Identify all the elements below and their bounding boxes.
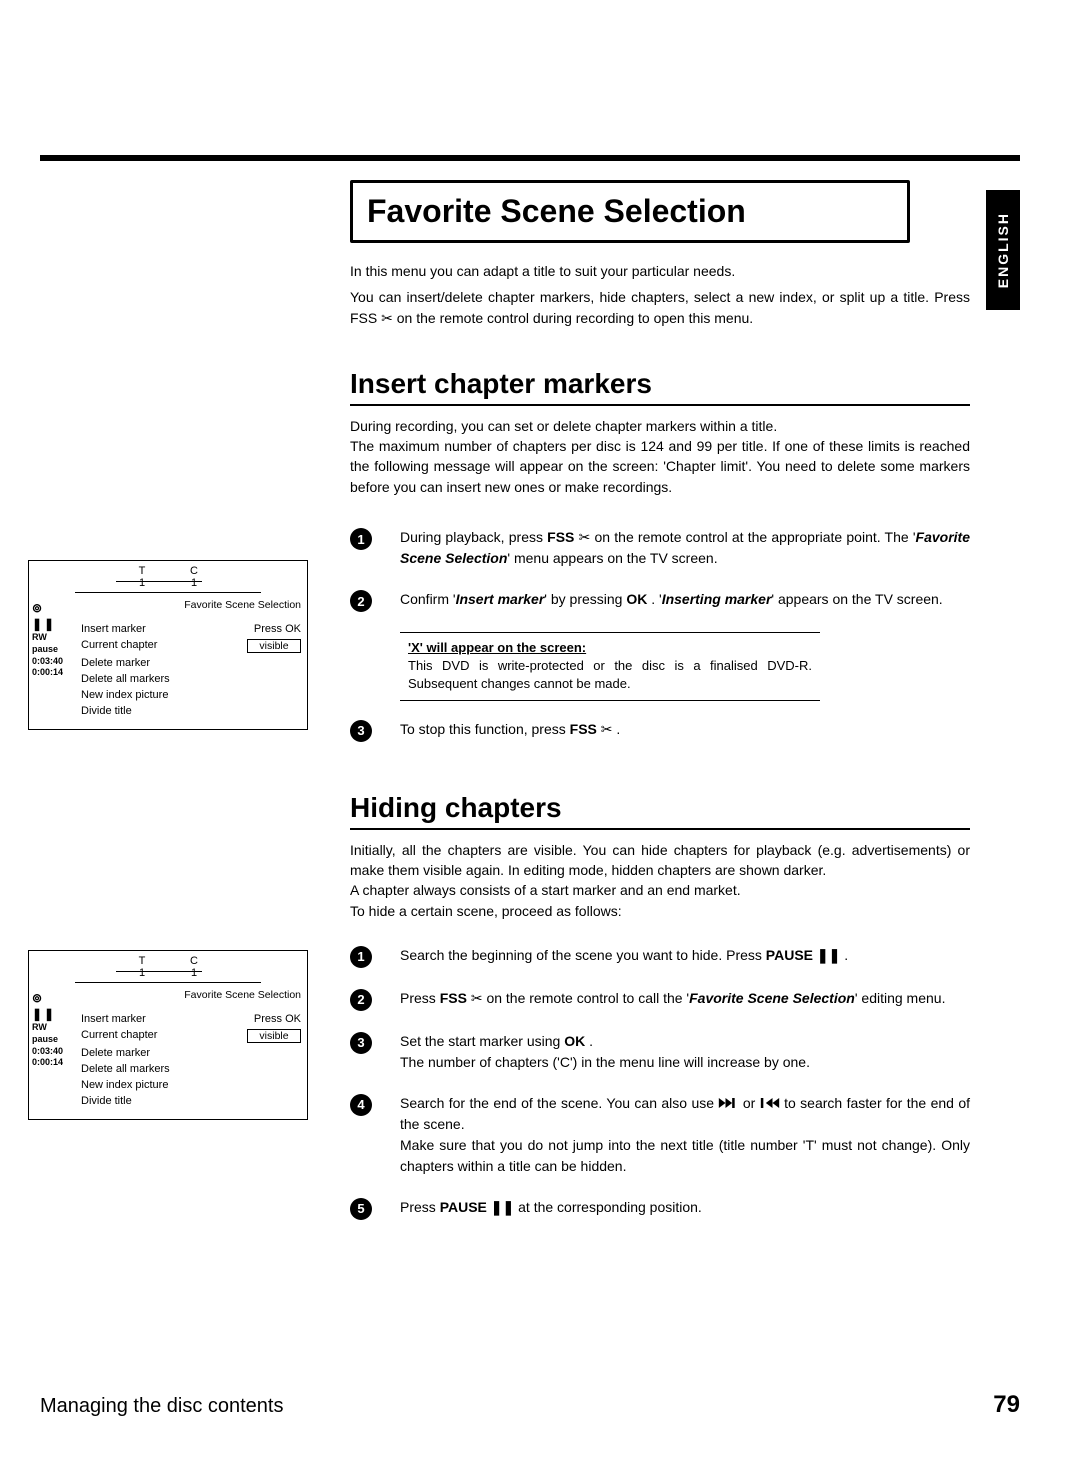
osd-item-label: Delete all markers — [81, 673, 170, 685]
osd-item-label: Delete marker — [81, 657, 150, 669]
tip-note-box: 'X' will appear on the screen: This DVD … — [400, 632, 820, 701]
note-body: This DVD is write-protected or the disc … — [408, 657, 812, 693]
osd-menu-item: Current chapter visible — [81, 637, 301, 655]
osd-menu-item: Delete marker — [81, 1045, 301, 1061]
prev-track-icon — [760, 1096, 780, 1110]
step-text: Press FSS ✂ on the remote control to cal… — [400, 988, 970, 1009]
osd-title: Favorite Scene Selection — [81, 989, 301, 1001]
step-badge: 2 — [350, 989, 372, 1011]
osd-item-label: Delete marker — [81, 1047, 150, 1059]
page-footer: Managing the disc contents 79 — [40, 1391, 1020, 1419]
osd-menu-item: Insert marker Press OK — [81, 1011, 301, 1027]
osd-menu: Favorite Scene Selection Insert marker Pr… — [75, 599, 307, 729]
osd-menu: Favorite Scene Selection Insert marker Pr… — [75, 989, 307, 1119]
pause-icon: ❚❚ — [491, 1199, 514, 1215]
osd-item-value: Press OK — [254, 1013, 301, 1025]
osd-item-value: visible — [247, 1029, 301, 1043]
hide-step-3: 3 Set the start marker using OK . The nu… — [350, 1031, 970, 1073]
insert-step-3: 3 To stop this function, press FSS ✂ . — [350, 719, 970, 742]
hide-step-5: 5 Press PAUSE ❚❚ at the corresponding po… — [350, 1197, 970, 1220]
step-text: Search the beginning of the scene you wa… — [400, 945, 970, 966]
insert-step-2: 2 Confirm 'Insert marker' by pressing OK… — [350, 589, 970, 612]
osd-figure-1: TC 11 ⊚ ❚❚ RW pause 0:03:40 0:00:14 Favo… — [28, 560, 308, 730]
disc-pause-icon: ⊚ ❚❚ — [32, 601, 72, 632]
footer-page-number: 79 — [993, 1391, 1020, 1419]
step-badge: 1 — [350, 528, 372, 550]
osd-item-label: Current chapter — [81, 1029, 157, 1043]
hide-step-2: 2 Press FSS ✂ on the remote control to c… — [350, 988, 970, 1011]
scissors-icon: ✂ — [471, 990, 483, 1006]
osd-title: Favorite Scene Selection — [81, 599, 301, 611]
hiding-intro: Initially, all the chapters are visible.… — [350, 840, 970, 921]
intro-block: In this menu you can adapt a title to su… — [350, 261, 970, 328]
osd-tc-header: TC — [29, 951, 307, 967]
osd-item-label: Insert marker — [81, 1013, 146, 1025]
heading-insert-chapter: Insert chapter markers — [350, 368, 970, 406]
osd-tc-header: TC — [29, 561, 307, 577]
osd-item-label: New index picture — [81, 1079, 168, 1091]
step-text: Set the start marker using OK . The numb… — [400, 1031, 970, 1073]
osd-item-value: Press OK — [254, 623, 301, 635]
heading-hiding-chapters: Hiding chapters — [350, 792, 970, 830]
osd-item-label: Current chapter — [81, 639, 157, 653]
scissors-icon: ✂ — [579, 529, 591, 545]
step-badge: 4 — [350, 1094, 372, 1116]
osd-item-label: New index picture — [81, 689, 168, 701]
osd-tc-values: 11 — [75, 967, 261, 983]
intro-line1: In this menu you can adapt a title to su… — [350, 261, 970, 281]
osd-menu-item: Delete all markers — [81, 671, 301, 687]
step-text: Search for the end of the scene. You can… — [400, 1093, 970, 1177]
hide-step-4: 4 Search for the end of the scene. You c… — [350, 1093, 970, 1177]
next-track-icon — [718, 1096, 738, 1110]
step-text: To stop this function, press FSS ✂ . — [400, 719, 970, 740]
osd-menu-item: Divide title — [81, 703, 301, 719]
osd-tc-values: 11 — [75, 577, 261, 593]
osd-item-value: visible — [247, 639, 301, 653]
osd-figure-2: TC 11 ⊚ ❚❚ RW pause 0:03:40 0:00:14 Favo… — [28, 950, 308, 1120]
step-badge: 2 — [350, 590, 372, 612]
osd-item-label: Divide title — [81, 1095, 132, 1107]
step-text: During playback, press FSS ✂ on the remo… — [400, 527, 970, 569]
osd-menu-item: Delete all markers — [81, 1061, 301, 1077]
osd-menu-item: Delete marker — [81, 655, 301, 671]
step-text: Press PAUSE ❚❚ at the corresponding posi… — [400, 1197, 970, 1218]
osd-menu-item: Divide title — [81, 1093, 301, 1109]
osd-menu-item: New index picture — [81, 687, 301, 703]
osd-item-label: Delete all markers — [81, 1063, 170, 1075]
osd-item-label: Insert marker — [81, 623, 146, 635]
disc-pause-icon: ⊚ ❚❚ — [32, 991, 72, 1022]
step-badge: 1 — [350, 946, 372, 968]
scissors-icon: ✂ — [381, 310, 393, 326]
hiding-steps: 1 Search the beginning of the scene you … — [350, 945, 970, 1220]
page: Favorite Scene Selection In this menu yo… — [40, 140, 1020, 1413]
osd-menu-item: New index picture — [81, 1077, 301, 1093]
hide-step-1: 1 Search the beginning of the scene you … — [350, 945, 970, 968]
page-title-box: Favorite Scene Selection — [350, 180, 910, 243]
pause-icon: ❚❚ — [817, 947, 840, 963]
step-badge: 3 — [350, 720, 372, 742]
scissors-icon: ✂ — [601, 721, 613, 737]
content-column: Favorite Scene Selection In this menu yo… — [350, 180, 970, 1240]
osd-left-panel: ⊚ ❚❚ RW pause 0:03:40 0:00:14 — [29, 599, 75, 729]
osd-item-label: Divide title — [81, 705, 132, 717]
osd-menu-item: Current chapter visible — [81, 1027, 301, 1045]
step-badge: 5 — [350, 1198, 372, 1220]
insert-step-1: 1 During playback, press FSS ✂ on the re… — [350, 527, 970, 569]
insert-steps: 1 During playback, press FSS ✂ on the re… — [350, 527, 970, 742]
intro-line2: You can insert/delete chapter markers, h… — [350, 287, 970, 328]
insert-intro: During recording, you can set or delete … — [350, 416, 970, 497]
note-heading: 'X' will appear on the screen: — [408, 639, 812, 657]
step-text: Confirm 'Insert marker' by pressing OK .… — [400, 589, 970, 610]
page-title: Favorite Scene Selection — [367, 193, 893, 230]
step-badge: 3 — [350, 1032, 372, 1054]
footer-text: Managing the disc contents — [40, 1395, 284, 1418]
osd-left-panel: ⊚ ❚❚ RW pause 0:03:40 0:00:14 — [29, 989, 75, 1119]
osd-menu-item: Insert marker Press OK — [81, 621, 301, 637]
